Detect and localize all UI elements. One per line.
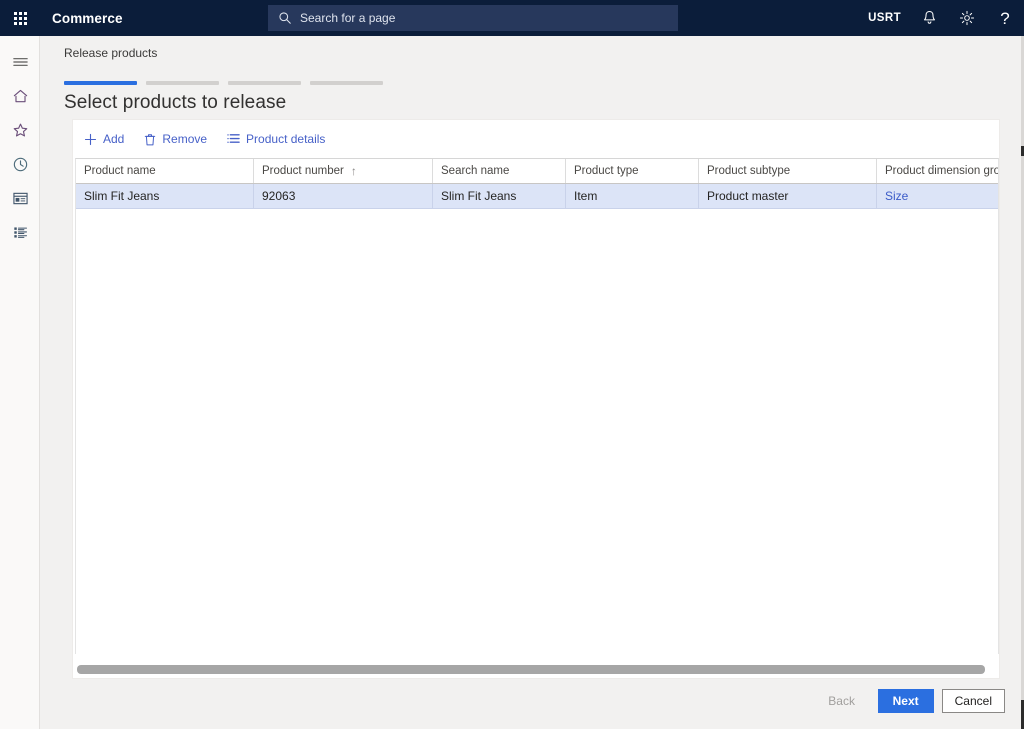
remove-button-label: Remove: [162, 132, 207, 146]
grid-header-row: Product name Product number ↑ Search nam…: [76, 159, 998, 184]
column-header-label: Search name: [441, 165, 509, 177]
cell-product-number[interactable]: 92063: [254, 184, 433, 208]
main-content-area: Release products Select products to rele…: [41, 36, 1024, 729]
product-details-button-label: Product details: [246, 132, 325, 146]
top-navigation-bar: Commerce Search for a page USRT: [0, 0, 1024, 36]
wizard-step-2[interactable]: [146, 81, 219, 85]
app-launcher-icon[interactable]: [0, 0, 40, 36]
wizard-step-1[interactable]: [64, 81, 137, 85]
column-header-label: Product subtype: [707, 165, 790, 177]
cell-product-name[interactable]: Slim Fit Jeans: [76, 184, 254, 208]
help-glyph: ?: [1000, 10, 1009, 27]
add-button-label: Add: [103, 132, 124, 146]
wizard-step-indicator: [64, 81, 383, 85]
workspace-icon[interactable]: [0, 181, 40, 215]
top-bar-actions: USRT: [859, 0, 1024, 36]
column-header-label: Product number: [262, 165, 344, 177]
gear-icon[interactable]: [948, 0, 986, 36]
page-title: Select products to release: [64, 92, 286, 114]
remove-button[interactable]: Remove: [137, 128, 214, 150]
application-window: Commerce Search for a page USRT: [0, 0, 1024, 729]
column-header-label: Product type: [574, 165, 639, 177]
breadcrumb[interactable]: Release products: [64, 46, 157, 60]
horizontal-scrollbar[interactable]: [75, 662, 999, 677]
column-header-label: Product name: [84, 165, 156, 177]
content-card: Add Remove: [72, 119, 1000, 679]
bell-icon[interactable]: [910, 0, 948, 36]
left-navigation-rail: [0, 36, 40, 729]
table-row[interactable]: Slim Fit Jeans 92063 Slim Fit Jeans Item…: [76, 184, 998, 209]
cell-product-dimension-group[interactable]: Size: [877, 184, 999, 208]
column-header-product-number[interactable]: Product number ↑: [254, 159, 433, 183]
search-placeholder: Search for a page: [300, 11, 395, 25]
horizontal-scrollbar-thumb[interactable]: [77, 665, 985, 674]
list-details-icon: [227, 133, 240, 145]
question-mark-icon[interactable]: ?: [986, 0, 1024, 36]
hamburger-icon[interactable]: [0, 45, 40, 79]
wizard-step-4[interactable]: [310, 81, 383, 85]
home-icon[interactable]: [0, 79, 40, 113]
trash-icon: [144, 133, 156, 146]
search-icon: [278, 11, 292, 25]
list-icon[interactable]: [0, 215, 40, 249]
add-button[interactable]: Add: [77, 128, 131, 150]
clock-icon[interactable]: [0, 147, 40, 181]
back-button: Back: [814, 689, 870, 713]
cell-product-subtype[interactable]: Product master: [699, 184, 877, 208]
wizard-step-3[interactable]: [228, 81, 301, 85]
search-input[interactable]: Search for a page: [268, 5, 678, 31]
column-header-product-name[interactable]: Product name: [76, 159, 254, 183]
cell-product-type[interactable]: Item: [566, 184, 699, 208]
cancel-button[interactable]: Cancel: [942, 689, 1005, 713]
next-button[interactable]: Next: [878, 689, 934, 713]
column-header-product-subtype[interactable]: Product subtype: [699, 159, 877, 183]
column-header-search-name[interactable]: Search name: [433, 159, 566, 183]
column-header-product-type[interactable]: Product type: [566, 159, 699, 183]
column-header-product-dimension-group[interactable]: Product dimension group: [877, 159, 999, 183]
sort-ascending-icon: ↑: [351, 164, 357, 178]
plus-icon: [84, 133, 97, 146]
grid-empty-area: [76, 209, 998, 653]
products-grid: Product name Product number ↑ Search nam…: [75, 158, 999, 654]
app-launcher-grid: [14, 12, 27, 25]
star-icon[interactable]: [0, 113, 40, 147]
column-header-label: Product dimension group: [885, 165, 999, 177]
grid-toolbar: Add Remove: [73, 120, 999, 158]
cell-search-name[interactable]: Slim Fit Jeans: [433, 184, 566, 208]
app-title[interactable]: Commerce: [52, 11, 123, 26]
company-selector[interactable]: USRT: [859, 12, 910, 24]
product-details-button[interactable]: Product details: [220, 128, 332, 150]
wizard-footer: Back Next Cancel: [814, 689, 1005, 713]
